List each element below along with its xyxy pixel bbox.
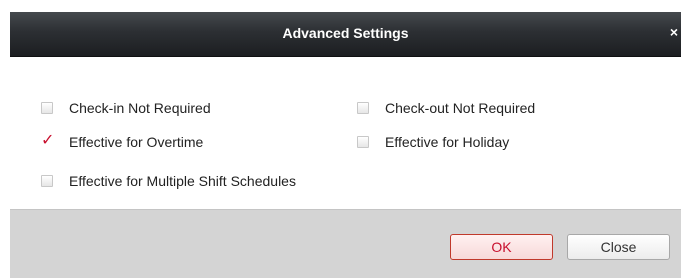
ok-button[interactable]: OK <box>450 234 553 260</box>
advanced-settings-dialog: Advanced Settings × Check-in Not Require… <box>10 12 681 278</box>
check-out-not-required-checkbox[interactable] <box>357 102 369 114</box>
checkmark-icon: ✓ <box>41 132 55 149</box>
dialog-footer: OK Close <box>10 209 681 278</box>
option-effective-for-holiday[interactable]: Effective for Holiday <box>357 133 509 151</box>
close-icon[interactable]: × <box>670 24 678 40</box>
effective-for-overtime-checkbox[interactable]: ✓ <box>41 132 54 149</box>
check-out-not-required-label: Check-out Not Required <box>385 100 536 116</box>
options-panel: Check-in Not Required Check-out Not Requ… <box>10 57 681 209</box>
effective-for-multiple-shift-schedules-label: Effective for Multiple Shift Schedules <box>69 173 296 189</box>
dialog-title: Advanced Settings <box>282 25 409 41</box>
check-in-not-required-label: Check-in Not Required <box>69 100 211 116</box>
effective-for-overtime-label: Effective for Overtime <box>69 134 204 150</box>
check-in-not-required-checkbox[interactable] <box>41 102 53 114</box>
option-check-out-not-required[interactable]: Check-out Not Required <box>357 99 535 117</box>
option-check-in-not-required[interactable]: Check-in Not Required <box>41 99 211 117</box>
close-button[interactable]: Close <box>567 234 670 260</box>
dialog-titlebar: Advanced Settings × <box>10 12 681 57</box>
option-effective-for-overtime[interactable]: ✓ Effective for Overtime <box>41 132 204 151</box>
effective-for-holiday-label: Effective for Holiday <box>385 134 510 150</box>
effective-for-holiday-checkbox[interactable] <box>357 136 369 148</box>
option-effective-for-multiple-shift-schedules[interactable]: Effective for Multiple Shift Schedules <box>41 172 296 190</box>
effective-for-multiple-shift-schedules-checkbox[interactable] <box>41 175 53 187</box>
